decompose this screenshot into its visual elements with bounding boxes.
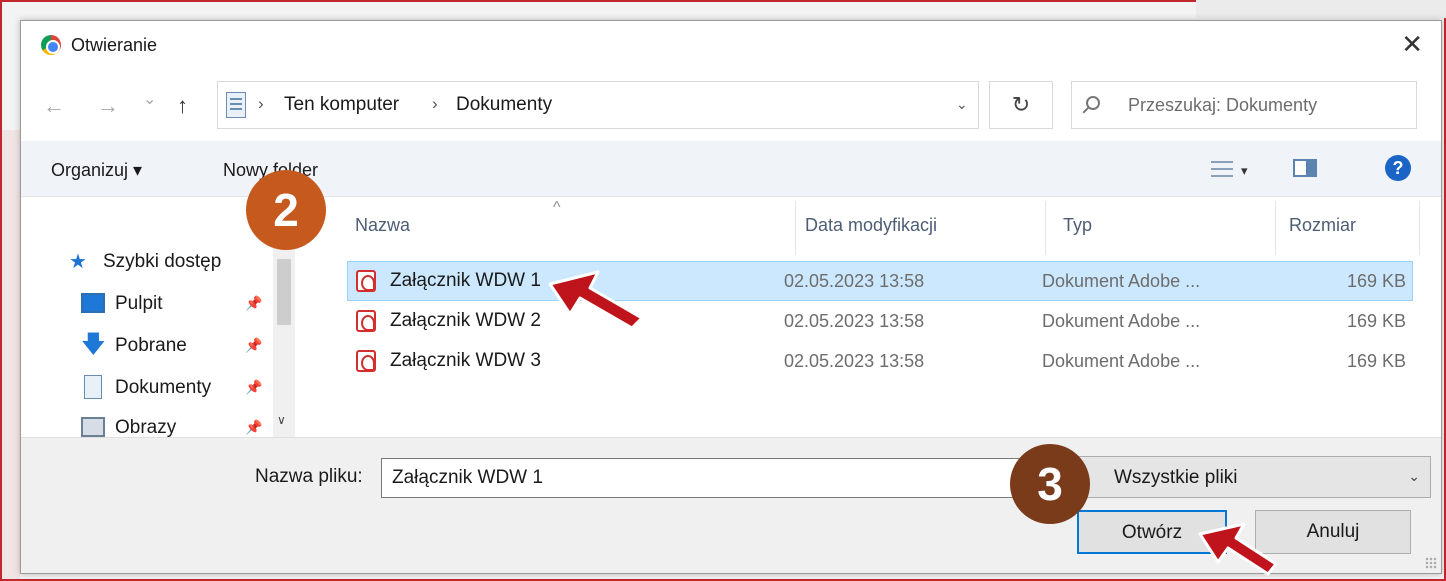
file-date: 02.05.2023 13:58 <box>784 271 925 291</box>
file-type-filter-value: Wszystkie pliki <box>1114 467 1238 488</box>
step-2-badge: 2 <box>246 170 326 250</box>
up-arrow-icon[interactable]: ↑ <box>177 93 188 119</box>
address-bar[interactable]: › Ten komputer › Dokumenty ⌄ <box>217 81 979 129</box>
file-type: Dokument Adobe ... <box>1042 311 1201 331</box>
file-type: Dokument Adobe ... <box>1042 271 1201 291</box>
organize-menu-button[interactable]: Organizuj ▾ <box>51 160 142 181</box>
file-type: Dokument Adobe ... <box>1042 351 1201 371</box>
column-divider[interactable] <box>1045 201 1046 255</box>
background-strip <box>1196 0 1446 18</box>
search-box[interactable]: Przeszukaj: Dokumenty <box>1071 81 1417 129</box>
annotation-arrow-file <box>548 270 644 330</box>
address-dropdown-chevron-icon[interactable]: ⌄ <box>956 96 968 113</box>
file-row[interactable]: Załącznik WDW 1 02.05.2023 13:58 Dokumen… <box>347 261 1413 301</box>
close-button[interactable]: ✕ <box>1401 29 1423 59</box>
column-divider[interactable] <box>1419 201 1420 255</box>
search-icon <box>1086 96 1100 110</box>
command-toolbar: Organizuj ▾ Nowy folder ▾ ? <box>21 141 1441 197</box>
documents-folder-icon <box>226 92 246 118</box>
navigation-bar: ← → ⌄ ↑ › Ten komputer › Dokumenty ⌄ ↻ P… <box>21 77 1441 133</box>
file-name: Załącznik WDW 3 <box>390 350 541 371</box>
pin-icon: 📌 <box>245 337 263 353</box>
title-bar: Otwieranie ✕ <box>21 21 1441 71</box>
pin-icon: 📌 <box>245 295 263 311</box>
pdf-file-icon <box>356 310 376 332</box>
breadcrumb-this-pc[interactable]: Ten komputer <box>284 94 399 116</box>
file-size: 169 KB <box>1346 311 1406 331</box>
filename-input[interactable]: Załącznik WDW 1 <box>381 458 1021 498</box>
pdf-file-icon <box>356 270 376 292</box>
column-header-name[interactable]: Nazwa <box>355 215 410 236</box>
arrow-shape <box>548 270 644 330</box>
download-icon: 🡇 <box>81 331 106 358</box>
column-header-date[interactable]: Data modyfikacji <box>805 215 937 236</box>
column-divider[interactable] <box>795 201 796 255</box>
back-arrow-icon[interactable]: ← <box>43 93 65 119</box>
breadcrumb-separator: › <box>258 94 264 113</box>
pictures-icon <box>81 417 105 437</box>
documents-icon <box>84 375 102 399</box>
filename-label: Nazwa pliku: <box>255 466 363 487</box>
nav-item-label: Dokumenty <box>115 377 212 398</box>
help-icon[interactable]: ? <box>1385 155 1411 181</box>
refresh-button[interactable]: ↻ <box>989 81 1053 129</box>
file-type-filter-select[interactable]: Wszystkie pliki ⌄ <box>1051 456 1431 498</box>
resize-grip-icon[interactable] <box>1425 557 1437 569</box>
chrome-icon <box>41 35 61 55</box>
file-name: Załącznik WDW 2 <box>390 310 541 331</box>
chevron-down-icon: ⌄ <box>1408 468 1420 484</box>
pdf-file-icon <box>356 350 376 372</box>
column-header-type[interactable]: Typ <box>1063 215 1092 236</box>
nav-item-label: Pobrane <box>115 335 187 356</box>
dialog-title: Otwieranie <box>71 35 158 55</box>
annotation-arrow-open <box>1198 522 1278 576</box>
nav-item-label: Szybki dostęp <box>103 251 222 272</box>
view-options-chevron-icon[interactable]: ▾ <box>1241 163 1248 179</box>
recent-locations-chevron-icon[interactable]: ⌄ <box>143 89 156 109</box>
pin-icon: 📌 <box>245 419 263 435</box>
desktop-icon <box>81 293 105 313</box>
file-name: Załącznik WDW 1 <box>390 270 541 291</box>
scroll-down-chevron-icon[interactable]: ∨ <box>277 413 286 427</box>
arrow-shape <box>1198 522 1278 576</box>
search-placeholder: Przeszukaj: Dokumenty <box>1128 95 1318 115</box>
breadcrumb-documents[interactable]: Dokumenty <box>456 94 552 116</box>
column-divider[interactable] <box>1275 201 1276 255</box>
nav-item-label: Pulpit <box>115 293 163 314</box>
star-icon: ★ <box>69 251 87 273</box>
file-row[interactable]: Załącznik WDW 3 02.05.2023 13:58 Dokumen… <box>347 341 1413 381</box>
breadcrumb-separator: › <box>432 94 438 113</box>
background-strip-left <box>2 130 20 579</box>
scrollbar-thumb[interactable] <box>277 259 291 325</box>
column-header-size[interactable]: Rozmiar <box>1289 215 1356 236</box>
file-list: ^ Nazwa Data modyfikacji Typ Rozmiar Zał… <box>311 199 1441 437</box>
step-3-badge: 3 <box>1010 444 1090 524</box>
file-size: 169 KB <box>1346 351 1406 371</box>
nav-item-label: Obrazy <box>115 417 177 438</box>
preview-pane-icon[interactable] <box>1293 159 1317 177</box>
file-date: 02.05.2023 13:58 <box>784 351 925 371</box>
file-date: 02.05.2023 13:58 <box>784 311 925 331</box>
pin-icon: 📌 <box>245 379 263 395</box>
open-file-dialog: Otwieranie ✕ ← → ⌄ ↑ › Ten komputer › Do… <box>20 20 1442 574</box>
view-options-icon[interactable] <box>1211 161 1233 177</box>
file-row[interactable]: Załącznik WDW 2 02.05.2023 13:58 Dokumen… <box>347 301 1413 341</box>
sort-ascending-icon: ^ <box>553 199 561 216</box>
file-size: 169 KB <box>1346 271 1406 291</box>
forward-arrow-icon[interactable]: → <box>97 93 119 119</box>
